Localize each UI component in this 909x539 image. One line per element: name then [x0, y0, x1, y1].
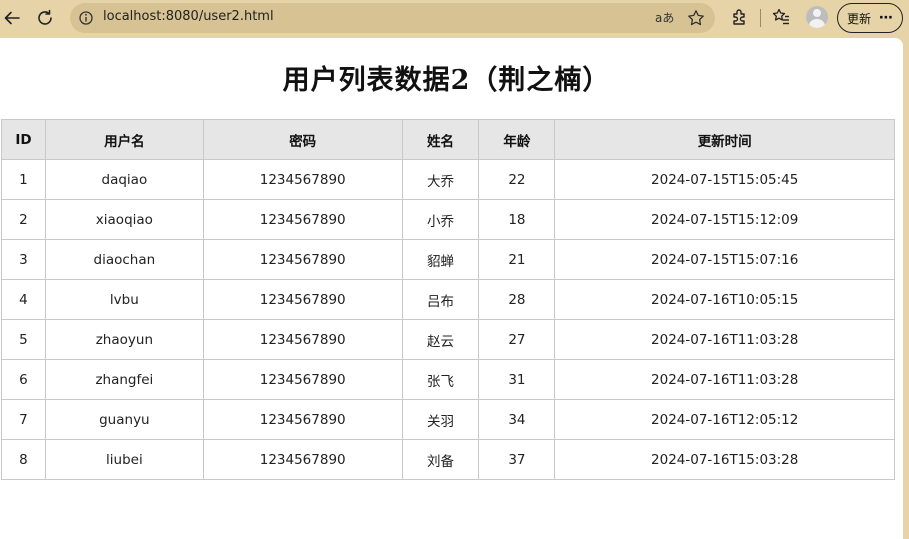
extensions-puzzle-icon[interactable]: [730, 7, 750, 27]
header-name: 姓名: [401, 119, 480, 160]
url-text[interactable]: localhost:8080/user2.html: [103, 9, 274, 24]
cell-username: xiaoqiao: [44, 199, 204, 240]
header-age: 年龄: [478, 119, 556, 160]
cell-name: 小乔: [401, 199, 480, 240]
cell-username: zhaoyun: [44, 319, 204, 360]
cell-age: 34: [478, 399, 556, 440]
cell-password: 1234567890: [202, 279, 403, 320]
cell-update-time: 2024-07-16T15:03:28: [554, 439, 895, 480]
cell-password: 1234567890: [202, 199, 403, 240]
cell-username: diaochan: [44, 239, 204, 280]
cell-id: 2: [1, 199, 46, 240]
cell-id: 5: [1, 319, 46, 360]
favorites-list-icon[interactable]: [771, 7, 791, 27]
cell-age: 28: [478, 279, 556, 320]
cell-age: 31: [478, 359, 556, 400]
more-options-icon[interactable]: ⋯: [879, 10, 893, 26]
cell-username: zhangfei: [44, 359, 204, 400]
cell-name: 吕布: [401, 279, 480, 320]
browser-toolbar: localhost:8080/user2.html aあ 更新 ⋯: [0, 0, 909, 36]
cell-username: guanyu: [44, 399, 204, 440]
header-password: 密码: [202, 119, 403, 160]
address-bar[interactable]: localhost:8080/user2.html aあ: [70, 3, 715, 33]
back-arrow-icon: [4, 11, 20, 25]
cell-age: 27: [478, 319, 556, 360]
cell-id: 3: [1, 239, 46, 280]
cell-password: 1234567890: [202, 359, 403, 400]
cell-id: 6: [1, 359, 46, 400]
cell-password: 1234567890: [202, 399, 403, 440]
site-info-icon[interactable]: [79, 11, 93, 25]
cell-update-time: 2024-07-15T15:07:16: [554, 239, 895, 280]
update-button[interactable]: 更新 ⋯: [837, 3, 903, 33]
table-row: 6 zhangfei 1234567890 张飞 31 2024-07-16T1…: [1, 359, 895, 400]
read-aloud-icon[interactable]: aあ: [655, 9, 674, 26]
user-table: ID 用户名 密码 姓名 年龄 更新时间 1 daqiao 1234567890…: [1, 119, 895, 480]
cell-update-time: 2024-07-16T10:05:15: [554, 279, 895, 320]
header-username: 用户名: [44, 119, 204, 160]
cell-update-time: 2024-07-16T11:03:28: [554, 319, 895, 360]
table-row: 8 liubei 1234567890 刘备 37 2024-07-16T15:…: [1, 439, 895, 480]
cell-password: 1234567890: [202, 159, 403, 200]
cell-id: 1: [1, 159, 46, 200]
cell-name: 赵云: [401, 319, 480, 360]
cell-name: 大乔: [401, 159, 480, 200]
cell-username: liubei: [44, 439, 204, 480]
header-update-time: 更新时间: [554, 119, 895, 160]
table-row: 3 diaochan 1234567890 貂蝉 21 2024-07-15T1…: [1, 239, 895, 280]
table-row: 7 guanyu 1234567890 关羽 34 2024-07-16T12:…: [1, 399, 895, 440]
table-row: 5 zhaoyun 1234567890 赵云 27 2024-07-16T11…: [1, 319, 895, 360]
page-viewport: 用户列表数据2（荆之楠） ID 用户名 密码 姓名 年龄 更新时间 1 daqi…: [0, 38, 903, 539]
favorite-star-icon[interactable]: [687, 9, 705, 27]
page-title: 用户列表数据2（荆之楠）: [282, 65, 611, 96]
refresh-icon: [38, 9, 52, 25]
header-id: ID: [1, 119, 46, 160]
cell-age: 21: [478, 239, 556, 280]
cell-update-time: 2024-07-15T15:12:09: [554, 199, 895, 240]
cell-id: 4: [1, 279, 46, 320]
cell-name: 张飞: [401, 359, 480, 400]
cell-age: 18: [478, 199, 556, 240]
cell-id: 8: [1, 439, 46, 480]
cell-name: 刘备: [401, 439, 480, 480]
update-button-label: 更新: [847, 11, 872, 26]
cell-password: 1234567890: [202, 439, 403, 480]
cell-id: 7: [1, 399, 46, 440]
cell-update-time: 2024-07-16T12:05:12: [554, 399, 895, 440]
cell-age: 37: [478, 439, 556, 480]
cell-password: 1234567890: [202, 239, 403, 280]
profile-avatar-icon[interactable]: [806, 6, 828, 28]
cell-update-time: 2024-07-16T11:03:28: [554, 359, 895, 400]
back-button[interactable]: [0, 6, 24, 30]
cell-age: 22: [478, 159, 556, 200]
toolbar-divider: [760, 9, 761, 27]
cell-name: 貂蝉: [401, 239, 480, 280]
table-header-row: ID 用户名 密码 姓名 年龄 更新时间: [1, 119, 895, 160]
table-row: 4 lvbu 1234567890 吕布 28 2024-07-16T10:05…: [1, 279, 895, 320]
cell-username: lvbu: [44, 279, 204, 320]
refresh-button[interactable]: [33, 6, 57, 30]
cell-username: daqiao: [44, 159, 204, 200]
cell-password: 1234567890: [202, 319, 403, 360]
cell-update-time: 2024-07-15T15:05:45: [554, 159, 895, 200]
table-row: 1 daqiao 1234567890 大乔 22 2024-07-15T15:…: [1, 159, 895, 200]
cell-name: 关羽: [401, 399, 480, 440]
table-row: 2 xiaoqiao 1234567890 小乔 18 2024-07-15T1…: [1, 199, 895, 240]
